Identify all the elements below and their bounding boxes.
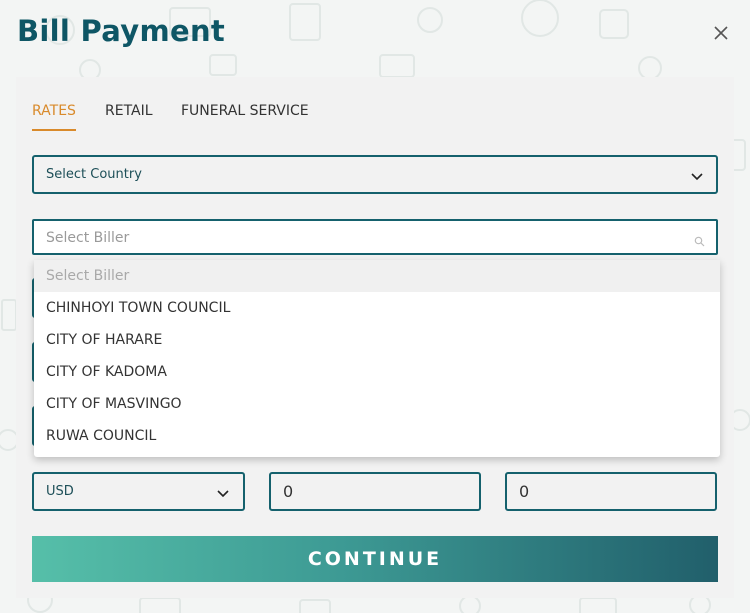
biller-option[interactable]: CITY OF HARARE [34, 324, 720, 356]
tab-retail[interactable]: RETAIL [105, 103, 153, 131]
biller-option[interactable]: CHINHOYI TOWN COUNCIL [34, 292, 720, 324]
biller-option[interactable]: CITY OF KADOMA [34, 356, 720, 388]
biller-option[interactable]: CITY OF MASVINGO [34, 388, 720, 420]
currency-select[interactable]: USD [32, 472, 245, 511]
search-icon [694, 232, 705, 247]
amount-input-1[interactable] [283, 482, 463, 501]
bill-payment-form: RATES RETAIL FUNERAL SERVICE Select Coun… [16, 77, 734, 598]
amount-field-2[interactable] [505, 472, 717, 511]
dialog-title: Bill Payment [17, 14, 226, 48]
country-select[interactable]: Select Country [32, 155, 718, 194]
biller-option-placeholder[interactable]: Select Biller [34, 260, 720, 292]
amount-input-2[interactable] [519, 482, 699, 501]
chevron-down-icon [216, 485, 230, 499]
close-button[interactable] [710, 22, 732, 44]
amount-field-1[interactable] [269, 472, 481, 511]
country-select-value: Select Country [46, 167, 142, 182]
biller-option[interactable]: RUWA COUNCIL [34, 420, 720, 452]
tab-rates[interactable]: RATES [32, 103, 76, 131]
chevron-down-icon [690, 168, 704, 182]
tab-funeral-service[interactable]: FUNERAL SERVICE [181, 103, 309, 131]
biller-search-input[interactable] [46, 228, 646, 248]
biller-dropdown-list: Select Biller CHINHOYI TOWN COUNCIL CITY… [34, 260, 720, 457]
biller-search-box[interactable] [32, 219, 718, 255]
close-icon [710, 26, 732, 48]
continue-button[interactable]: CONTINUE [32, 536, 718, 582]
currency-select-value: USD [46, 484, 74, 499]
